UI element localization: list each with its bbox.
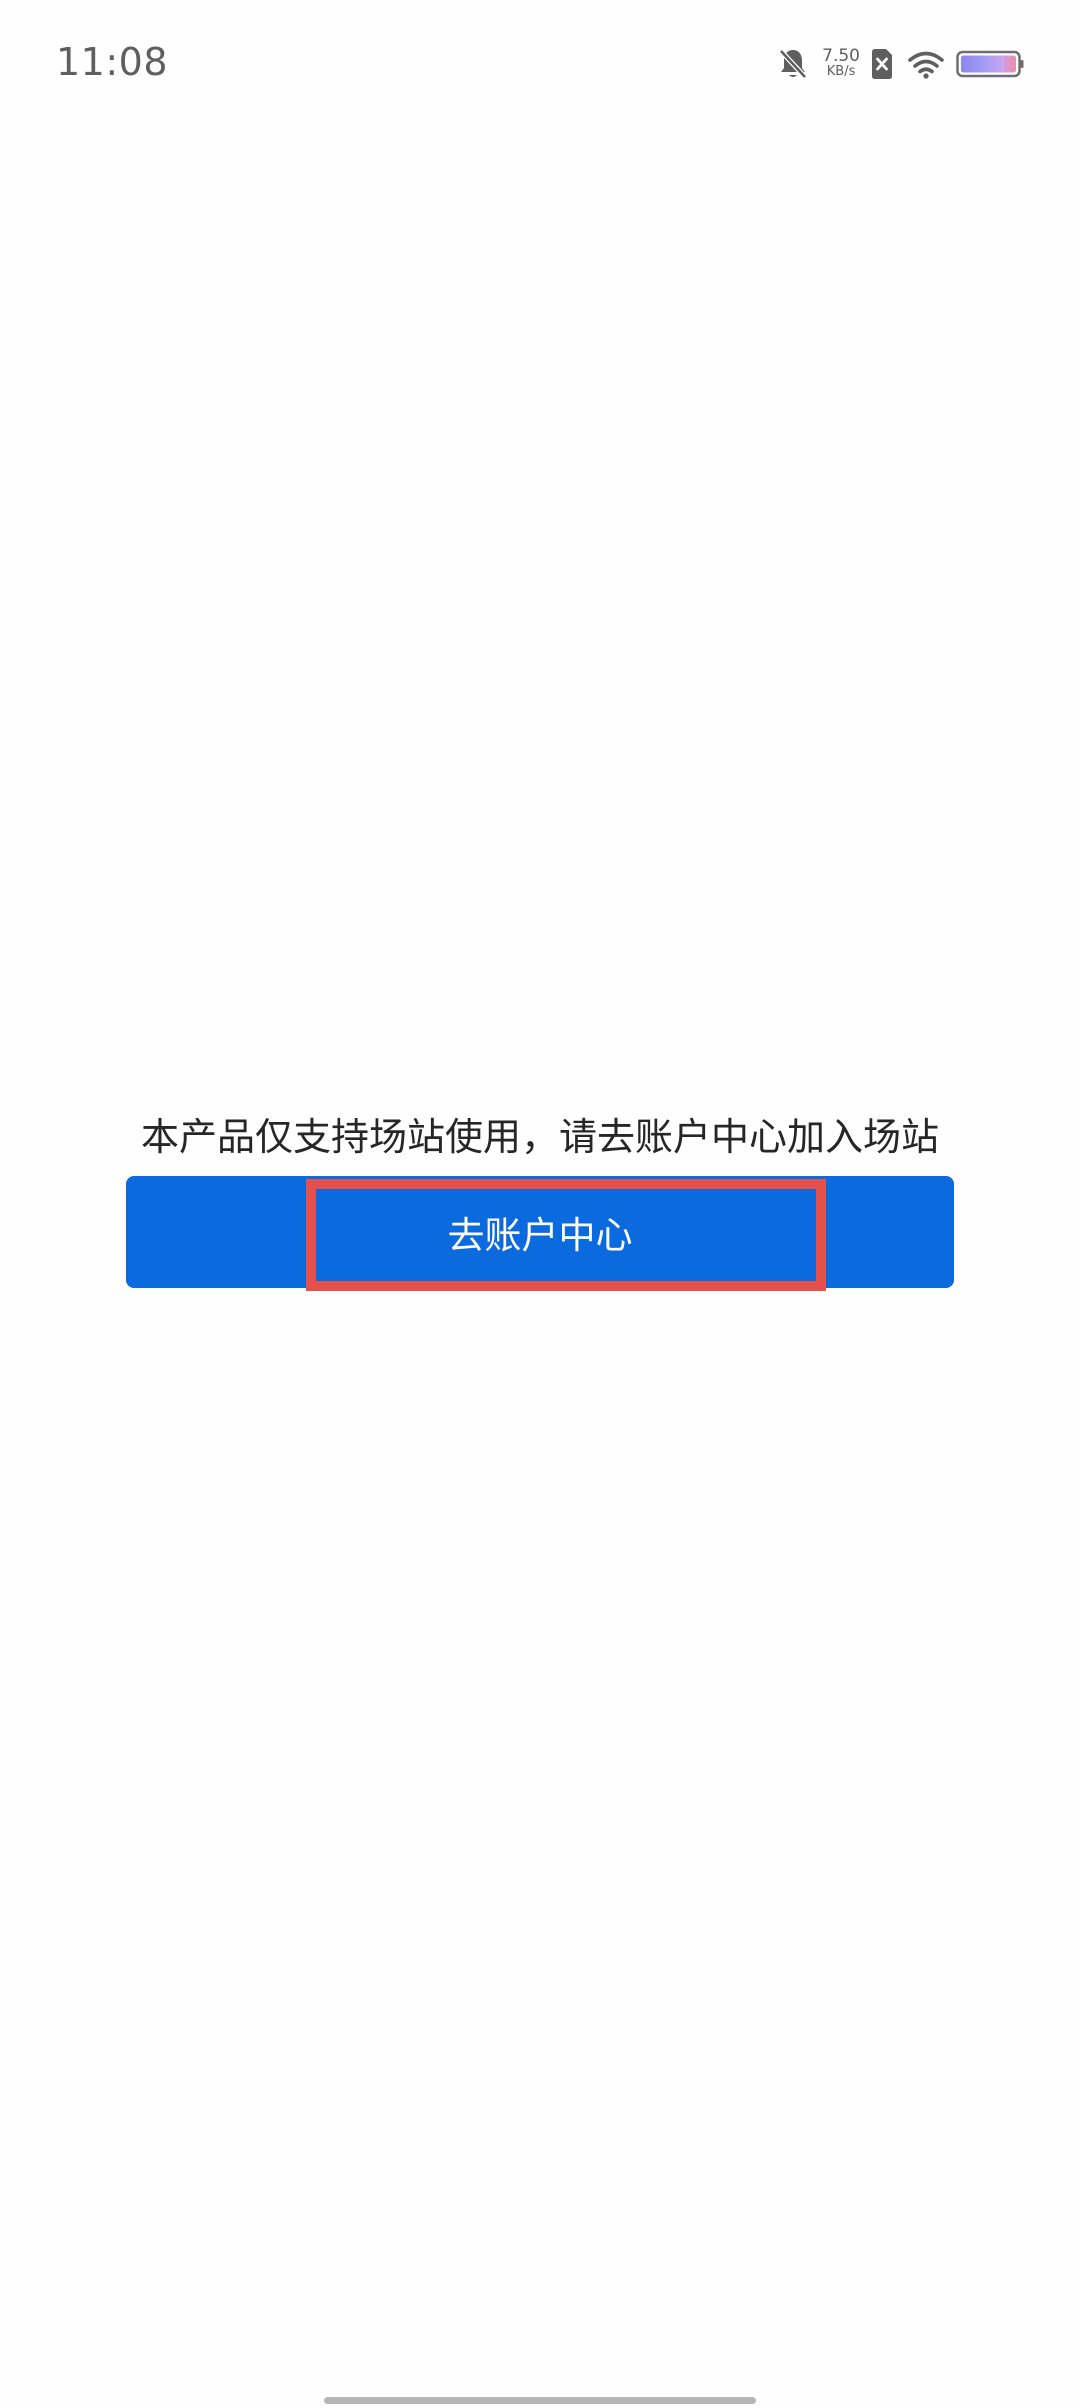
home-indicator[interactable] <box>324 2397 756 2404</box>
network-speed: 7.50 KB/s <box>822 48 860 80</box>
station-required-message: 本产品仅支持场站使用，请去账户中心加入场站 <box>140 1115 939 1159</box>
network-speed-value: 7.50 <box>822 46 860 66</box>
no-sim-icon <box>870 48 894 80</box>
network-speed-unit: KB/s <box>826 64 856 79</box>
status-icons: 7.50 KB/s <box>778 40 1024 88</box>
wifi-icon <box>908 49 944 79</box>
screen: 11:08 7.50 KB/s 本产品仅支持场站使用，请去账户中心加入场站 去账… <box>0 0 1080 2408</box>
status-time: 11:08 <box>56 40 169 84</box>
go-to-account-center-button[interactable]: 去账户中心 <box>126 1176 954 1288</box>
bell-muted-icon <box>778 47 808 81</box>
battery-icon <box>956 50 1024 78</box>
status-bar: 11:08 7.50 KB/s <box>0 0 1080 125</box>
